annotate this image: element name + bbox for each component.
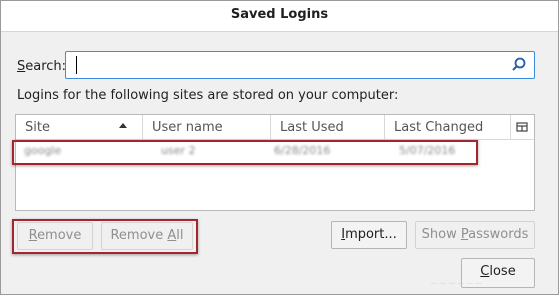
sort-ascending-icon: [119, 123, 127, 128]
close-label-access-key: C: [480, 264, 490, 279]
column-label-user-name: User name: [152, 120, 223, 135]
close-label: Close: [480, 264, 516, 279]
saved-logins-dialog: Saved Logins Search: Logins for the foll…: [0, 0, 559, 295]
dialog-title: Saved Logins: [1, 1, 558, 32]
import-label-access-key: I: [341, 227, 346, 242]
column-picker-icon[interactable]: [511, 115, 534, 139]
search-label-text-access-key: S: [17, 59, 26, 74]
table-header: Site User name Last Used Last Changed: [16, 115, 534, 140]
watermark: _ _ _ _ _ _: [431, 271, 482, 284]
search-icon[interactable]: [510, 56, 528, 74]
remove-buttons-highlight-annotation: [12, 219, 198, 254]
column-header-last-changed[interactable]: Last Changed: [385, 115, 511, 139]
column-picker-glyph: [516, 122, 528, 132]
stored-logins-description: Logins for the following sites are store…: [17, 88, 399, 103]
column-header-user-name[interactable]: User name: [143, 115, 271, 139]
show-passwords-button[interactable]: Show Passwords: [415, 221, 535, 249]
column-header-site[interactable]: Site: [16, 115, 143, 139]
show-passwords-label-access-key: P: [460, 227, 469, 242]
column-header-last-used[interactable]: Last Used: [271, 115, 385, 139]
row-highlight-annotation: [12, 140, 478, 165]
show-passwords-label: Show Passwords: [421, 227, 529, 242]
import-label: Import...: [341, 227, 397, 242]
search-label-text: Search:: [17, 59, 67, 74]
column-label-last-changed: Last Changed: [394, 120, 484, 135]
column-label-site: Site: [25, 120, 50, 135]
column-label-last-used: Last Used: [280, 120, 344, 135]
search-label: Search:: [17, 59, 66, 74]
search-input[interactable]: [65, 51, 535, 79]
import-button[interactable]: Import...: [331, 221, 407, 249]
text-caret: [76, 56, 77, 74]
